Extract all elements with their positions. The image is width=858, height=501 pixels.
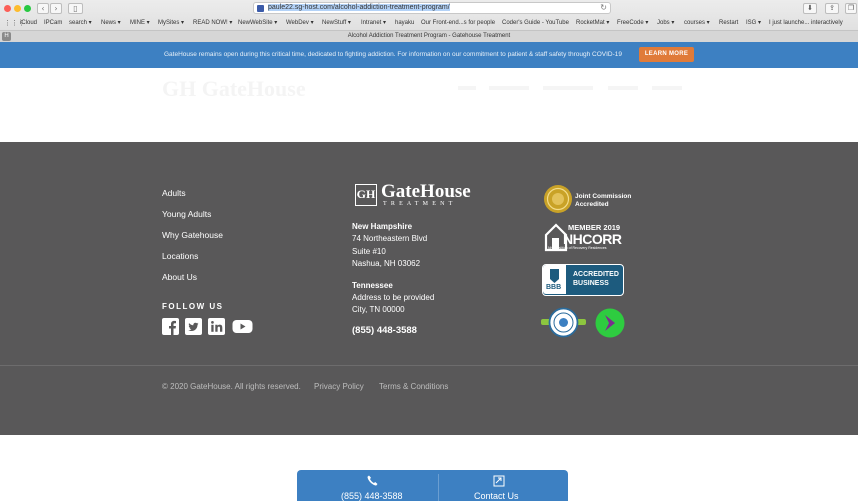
bookmark-item[interactable]: NewStuff ▾ [322, 18, 351, 29]
tn-state-heading: Tennessee [352, 281, 393, 290]
bookmark-item[interactable]: search ▾ [69, 18, 92, 29]
bookmark-item[interactable]: FreeCode ▾ [617, 18, 648, 29]
zoom-window-button[interactable] [24, 5, 31, 12]
bookmark-item[interactable]: Our Front-end...s for people [421, 18, 495, 29]
bookmark-item[interactable]: Intranet ▾ [361, 18, 386, 29]
footer-phone-link[interactable]: (855) 448-3588 [352, 325, 417, 336]
bookmark-item[interactable]: hayaku [395, 18, 414, 29]
header-nav-ghost [608, 86, 638, 90]
recovery-organization-icon [595, 308, 625, 338]
header-nav-ghost [652, 86, 682, 90]
bbb-accredited-text: ACCREDITED BUSINESS [573, 271, 619, 287]
share-icon[interactable]: ⇪ [825, 3, 839, 14]
facebook-icon[interactable] [162, 318, 179, 335]
nh-address-line2: Suite #10 [352, 247, 386, 256]
bbb-accredited-badge: BBB ACCREDITED BUSINESS [542, 264, 624, 296]
tab-bar: H Alcohol Addiction Treatment Program - … [0, 30, 858, 42]
downloads-icon[interactable]: ⬇ [803, 3, 817, 14]
nhcorr-subtitle: NH Coalition of Recovery Residences [548, 246, 607, 250]
browser-toolbar: ‹ › ▯ paule22.sg-host.com/alcohol-addict… [0, 0, 858, 17]
covid-banner: GateHouse remains open during this criti… [0, 42, 858, 68]
privacy-policy-link[interactable]: Privacy Policy [314, 382, 364, 391]
banner-message: GateHouse remains open during this criti… [164, 51, 622, 58]
bookmark-item[interactable]: MINE ▾ [130, 18, 150, 29]
footer-nav-why-gatehouse[interactable]: Why Gatehouse [162, 230, 223, 240]
back-icon[interactable]: ‹ [37, 3, 49, 14]
footer-nav-adults[interactable]: Adults [162, 188, 186, 198]
bookmark-item[interactable]: NewWebSite ▾ [238, 18, 277, 29]
sidebar-icon[interactable]: ▯ [68, 3, 83, 14]
tab-active[interactable]: Alcohol Addiction Treatment Program - Ga… [348, 33, 510, 39]
nh-address-line3: Nashua, NH 03062 [352, 259, 421, 268]
gatehouse-logo-sub: TREATMENT [383, 201, 457, 207]
site-tab-favicon-icon: H [2, 32, 11, 41]
site-footer: Adults Young Adults Why Gatehouse Locati… [0, 142, 858, 435]
bookmarks-bar: ⋮⋮⋮ iCloud IPCam search ▾ News ▾ MINE ▾ … [0, 18, 858, 29]
bookmark-item[interactable]: Jobs ▾ [657, 18, 674, 29]
bookmark-item[interactable]: Restart [719, 18, 738, 29]
close-window-button[interactable] [4, 5, 11, 12]
bookmark-item[interactable]: Coder's Guide - YouTube [502, 18, 569, 29]
bookmark-item[interactable]: News ▾ [101, 18, 121, 29]
site-header: GH GateHouse [0, 68, 858, 142]
footer-nav-young-adults[interactable]: Young Adults [162, 209, 211, 219]
browser-chrome: ‹ › ▯ paule22.sg-host.com/alcohol-addict… [0, 0, 858, 42]
terms-conditions-link[interactable]: Terms & Conditions [379, 382, 448, 391]
bookmark-item[interactable]: WebDev ▾ [286, 18, 314, 29]
joint-commission-seal-icon [544, 185, 572, 213]
header-nav-ghost [489, 86, 529, 90]
bookmark-item[interactable]: READ NOW! ▾ [193, 18, 232, 29]
header-nav-ghost [458, 86, 476, 90]
gatehouse-logo-name: GateHouse [381, 181, 471, 202]
tabs-overview-icon[interactable]: ❐ [845, 3, 857, 14]
gatehouse-logo-icon: GH [355, 184, 377, 206]
follow-us-heading: FOLLOW US [162, 302, 224, 311]
tn-address-line2: City, TN 00000 [352, 305, 405, 314]
linkedin-icon[interactable] [208, 318, 225, 335]
bookmark-item[interactable]: MySites ▾ [158, 18, 184, 29]
contact-form-icon[interactable] [493, 475, 505, 487]
bookmark-item[interactable]: RocketMat ▾ [576, 18, 609, 29]
forward-icon[interactable]: › [50, 3, 62, 14]
contact-bar-divider [438, 474, 439, 501]
youtube-icon[interactable] [232, 318, 253, 335]
address-bar[interactable]: paule22.sg-host.com/alcohol-addiction-tr… [253, 2, 611, 14]
bookmark-item[interactable]: iCloud [20, 18, 37, 29]
reload-icon[interactable]: ↻ [600, 3, 607, 13]
learn-more-button[interactable]: LEARN MORE [639, 47, 694, 62]
footer-divider [0, 365, 858, 366]
header-logo-ghost: GH GateHouse [162, 76, 306, 101]
bookmark-item[interactable]: ISG ▾ [746, 18, 761, 29]
call-phone-button[interactable]: (855) 448-3588 [341, 491, 403, 501]
certification-seal-icon [541, 307, 586, 338]
nhcorr-label: NHCORR [563, 231, 622, 247]
bbb-logo-icon: BBB [543, 265, 566, 294]
tn-address-line1: Address to be provided [352, 293, 435, 302]
nh-state-heading: New Hampshire [352, 222, 413, 231]
minimize-window-button[interactable] [14, 5, 21, 12]
contact-bar: (855) 448-3588 Contact Us [297, 470, 568, 501]
phone-icon[interactable] [367, 475, 378, 486]
bookmark-item[interactable]: IPCam [44, 18, 62, 29]
footer-nav-locations[interactable]: Locations [162, 251, 198, 261]
copyright-text: © 2020 GateHouse. All rights reserved. [162, 382, 301, 391]
nh-address-line1: 74 Northeastern Blvd [352, 234, 428, 243]
site-favicon-icon [257, 5, 264, 12]
joint-commission-text: Joint Commission Accredited [575, 193, 632, 208]
bbb-logo-text: BBB [546, 284, 562, 291]
twitter-icon[interactable] [185, 318, 202, 335]
bookmark-item[interactable]: I just launche... interactively [769, 18, 843, 29]
bookmark-item[interactable]: courses ▾ [684, 18, 710, 29]
header-nav-ghost [543, 86, 593, 90]
contact-us-button[interactable]: Contact Us [474, 491, 519, 501]
url-text: paule22.sg-host.com/alcohol-addiction-tr… [268, 4, 450, 11]
footer-nav-about-us[interactable]: About Us [162, 272, 197, 282]
